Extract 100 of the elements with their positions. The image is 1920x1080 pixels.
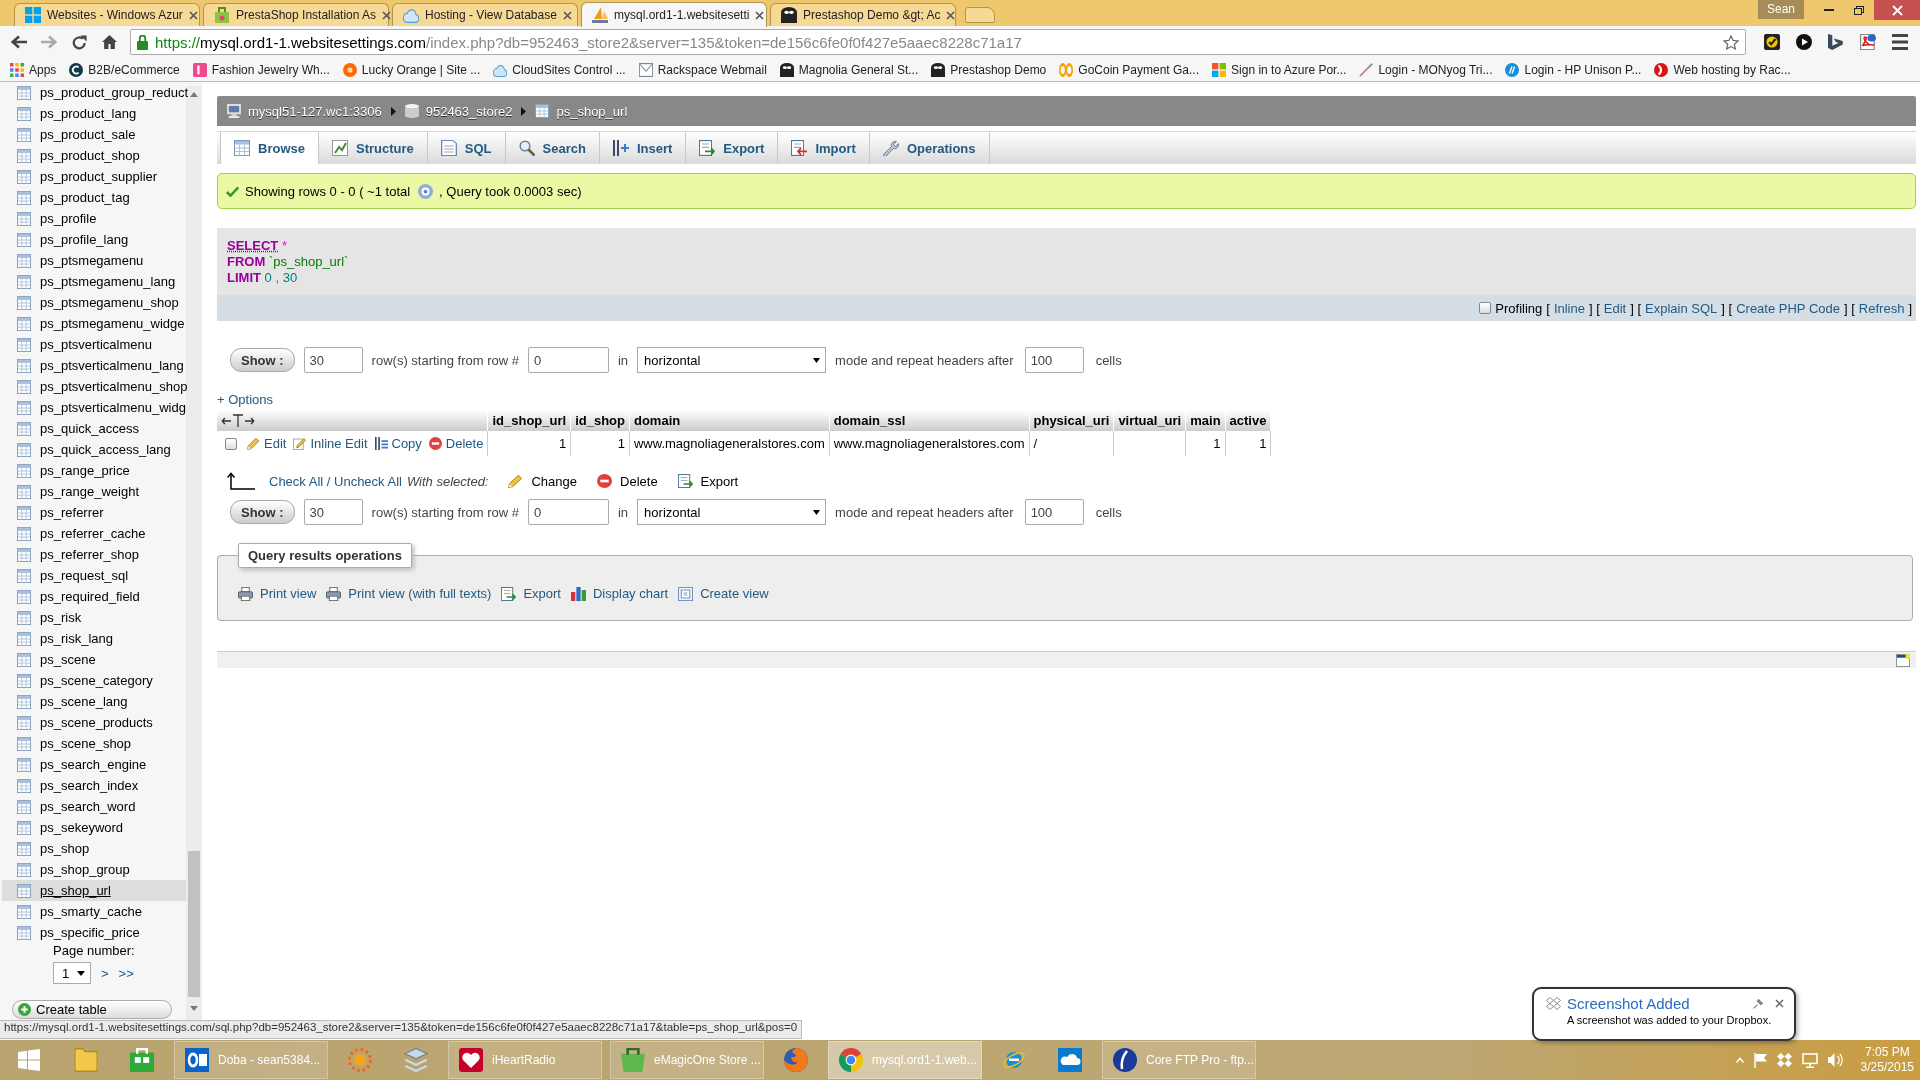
bulk-action-button[interactable]: Change	[508, 473, 578, 489]
table-list-item[interactable]: ps_ptsmegamenu_lang	[2, 271, 178, 292]
close-icon[interactable]	[946, 10, 956, 20]
table-list-item[interactable]: ps_ptsverticalmenu	[2, 334, 154, 355]
create-table-button[interactable]: Create table	[12, 1000, 172, 1019]
start-row-field[interactable]: 0	[528, 347, 609, 373]
row-action-link[interactable]: Edit	[247, 436, 287, 451]
tab[interactable]: SQL	[427, 132, 506, 164]
display-mode-select[interactable]: horizontal	[637, 499, 827, 525]
table-list-item[interactable]: ps_scene_category	[2, 670, 155, 691]
tab[interactable]: Browse	[220, 132, 319, 164]
table-list-item[interactable]: ps_ptsverticalmenu_shop	[2, 376, 190, 397]
page-select[interactable]: 1	[53, 962, 91, 984]
row-checkbox[interactable]	[225, 437, 237, 450]
diamond-cluster-icon[interactable]	[1776, 1053, 1792, 1067]
play-icon[interactable]	[1796, 34, 1812, 50]
browser-tab[interactable]: mysql.ord1-1.websitesetti	[581, 2, 767, 27]
column-header[interactable]: id_shop_url	[487, 410, 571, 431]
table-list-item[interactable]: ps_search_word	[2, 796, 138, 817]
table-list-item[interactable]: ps_product_supplier	[2, 166, 160, 187]
table-list-item[interactable]: ps_shop_group	[2, 859, 132, 880]
start-row-field[interactable]: 0	[528, 499, 609, 525]
column-header[interactable]: virtual_uri	[1113, 410, 1186, 431]
bookmark[interactable]: Apps	[10, 62, 57, 77]
close-icon[interactable]	[755, 10, 765, 20]
star-icon[interactable]	[1723, 34, 1739, 50]
table-list-item[interactable]: ps_product_group_reduct	[2, 82, 191, 103]
bulk-action-button[interactable]: Delete	[597, 473, 658, 489]
options-link[interactable]: + Options	[217, 392, 273, 408]
table-list-item[interactable]: ps_product_shop	[2, 145, 142, 166]
bookmark[interactable]: GoCoin Payment Ga...	[1059, 62, 1200, 77]
table-list-item[interactable]: ps_ptsmegamenu_widge	[2, 313, 187, 334]
sql-tool-link[interactable]: Explain SQL	[1645, 300, 1718, 316]
table-list-item[interactable]: ps_sekeyword	[2, 817, 126, 838]
page-link[interactable]: >>	[118, 965, 134, 981]
show-button[interactable]: Show :	[230, 500, 295, 524]
table-list-item[interactable]: ps_scene_lang	[2, 691, 130, 712]
repeat-headers-field[interactable]: 100	[1024, 499, 1084, 525]
bookmark[interactable]: Prestashop Demo	[931, 62, 1047, 77]
tab[interactable]: Import	[778, 132, 870, 164]
b-logo-icon[interactable]	[1828, 34, 1844, 50]
table-list-item[interactable]: ps_product_sale	[2, 124, 138, 145]
tab[interactable]: Operations	[869, 132, 990, 164]
tab[interactable]: Insert	[599, 132, 687, 164]
breadcrumb-link[interactable]: 952463_store2	[404, 103, 513, 119]
browser-tab[interactable]: Websites - Windows Azur	[14, 3, 200, 26]
table-list-item[interactable]: ps_risk_lang	[2, 628, 115, 649]
table-list-item[interactable]: ps_specific_price	[2, 922, 142, 943]
flag-icon[interactable]	[1753, 1052, 1767, 1068]
table-list-item[interactable]: ps_range_weight	[2, 481, 142, 502]
table-list-item[interactable]: ps_product_lang	[2, 103, 139, 124]
table-list-item[interactable]: ps_ptsmegamenu	[2, 250, 146, 271]
check-all-link[interactable]: Check All / Uncheck All	[269, 473, 402, 489]
close-icon[interactable]	[188, 10, 198, 20]
breadcrumb-link[interactable]: mysql51-127.wc1:3306	[227, 103, 382, 119]
help-icon[interactable]	[418, 183, 434, 199]
row-action-link[interactable]: Copy	[374, 436, 422, 451]
sql-tool-link[interactable]: Inline	[1553, 300, 1585, 316]
table-list-item[interactable]: ps_request_sql	[2, 565, 131, 586]
tab[interactable]: Structure	[318, 132, 428, 164]
table-list-item[interactable]: ps_ptsmegamenu_shop	[2, 292, 181, 313]
rows-count-field[interactable]: 30	[303, 499, 363, 525]
column-header[interactable]: physical_uri	[1029, 410, 1114, 431]
close-icon[interactable]	[382, 10, 392, 20]
query-operation-link[interactable]: Export	[501, 586, 561, 601]
sql-tool-link[interactable]: Create PHP Code	[1736, 300, 1840, 316]
close-window-button[interactable]	[1874, 0, 1920, 20]
bookmark[interactable]: Rackspace Webmail	[638, 62, 767, 77]
close-icon[interactable]	[562, 10, 572, 20]
column-header[interactable]: domain	[629, 410, 830, 431]
table-list-item[interactable]: ps_product_tag	[2, 187, 132, 208]
query-operation-link[interactable]: Print view (with full texts)	[326, 586, 492, 601]
sql-tool-link[interactable]: Edit	[1603, 300, 1627, 316]
bulk-action-button[interactable]: Export	[677, 473, 739, 489]
bookmark[interactable]: CloudSites Control ...	[493, 62, 626, 77]
table-list-item[interactable]: ps_search_engine	[2, 754, 149, 775]
bookmark[interactable]: Magnolia General St...	[779, 62, 919, 77]
query-operation-link[interactable]: Create view	[678, 586, 769, 601]
tab[interactable]: Export	[686, 132, 779, 164]
table-list-item[interactable]: ps_ptsverticalmenu_lang	[2, 355, 186, 376]
sql-tool-link[interactable]: Refresh	[1858, 300, 1905, 316]
back-arrow-icon[interactable]	[11, 35, 27, 49]
rows-count-field[interactable]: 30	[303, 347, 363, 373]
window-icon[interactable]	[1896, 653, 1910, 667]
scrollbar[interactable]	[186, 86, 202, 1020]
close-icon[interactable]	[1775, 999, 1784, 1008]
address-bar[interactable]: https://mysql.ord1-1.websitesettings.com/index.php?db=952463_store2&server=135&token=de156c6fe0f0f427e5aaec8228c71a17	[130, 29, 1746, 55]
table-list-item[interactable]: ps_range_price	[2, 460, 132, 481]
monitor-icon[interactable]	[1801, 1052, 1818, 1068]
bookmark[interactable]: Fashion Jewelry Wh...	[192, 62, 330, 77]
table-list-item[interactable]: ps_referrer_shop	[2, 544, 141, 565]
pin-icon[interactable]	[1753, 998, 1763, 1009]
bookmark[interactable]: Login - HP Unison P...	[1505, 62, 1642, 77]
browser-tab[interactable]: Prestashop Demo &gt; Ac	[770, 3, 956, 26]
show-button[interactable]: Show :	[230, 348, 295, 372]
menu-icon[interactable]	[1892, 34, 1908, 50]
row-action-link[interactable]: Delete	[428, 436, 484, 451]
table-list-item[interactable]: ps_scene	[2, 649, 98, 670]
table-list-item[interactable]: ps_profile	[2, 208, 99, 229]
table-list-item[interactable]: ps_ptsverticalmenu_widg	[2, 397, 188, 418]
